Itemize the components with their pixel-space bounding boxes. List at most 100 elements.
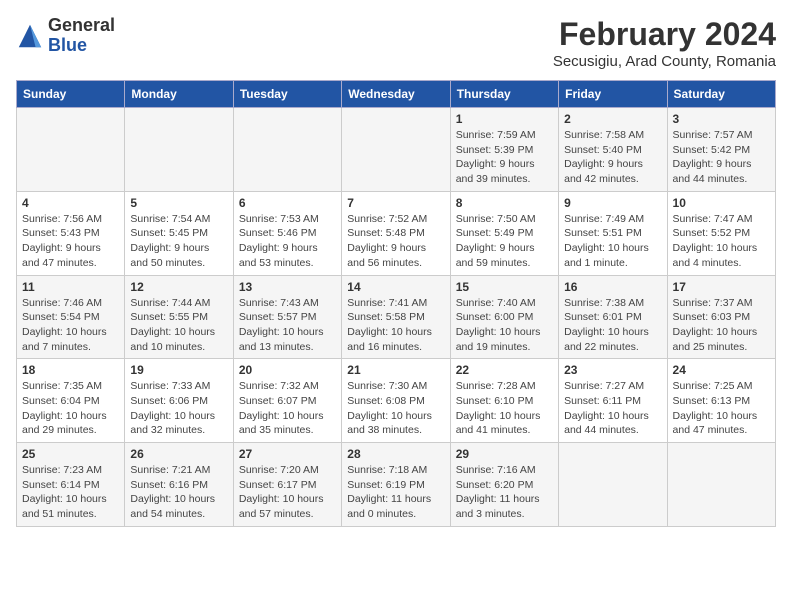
calendar-cell: 16 Sunrise: 7:38 AM Sunset: 6:01 PM Dayli… — [559, 275, 667, 359]
day-info: Sunrise: 7:38 AM Sunset: 6:01 PM Dayligh… — [564, 296, 661, 355]
day-number: 24 — [673, 363, 770, 377]
day-info: Sunrise: 7:35 AM Sunset: 6:04 PM Dayligh… — [22, 379, 119, 438]
calendar-cell — [17, 108, 125, 192]
calendar-cell: 1 Sunrise: 7:59 AM Sunset: 5:39 PM Daylig… — [450, 108, 558, 192]
logo-icon — [16, 22, 44, 50]
day-info: Sunrise: 7:50 AM Sunset: 5:49 PM Dayligh… — [456, 212, 553, 271]
day-number: 29 — [456, 447, 553, 461]
calendar-cell: 19 Sunrise: 7:33 AM Sunset: 6:06 PM Dayli… — [125, 359, 233, 443]
day-number: 9 — [564, 196, 661, 210]
day-number: 1 — [456, 112, 553, 126]
day-info: Sunrise: 7:46 AM Sunset: 5:54 PM Dayligh… — [22, 296, 119, 355]
day-info: Sunrise: 7:56 AM Sunset: 5:43 PM Dayligh… — [22, 212, 119, 271]
day-info: Sunrise: 7:33 AM Sunset: 6:06 PM Dayligh… — [130, 379, 227, 438]
day-number: 17 — [673, 280, 770, 294]
day-number: 14 — [347, 280, 444, 294]
day-of-week-header: Friday — [559, 81, 667, 108]
day-of-week-header: Monday — [125, 81, 233, 108]
day-info: Sunrise: 7:43 AM Sunset: 5:57 PM Dayligh… — [239, 296, 336, 355]
day-info: Sunrise: 7:49 AM Sunset: 5:51 PM Dayligh… — [564, 212, 661, 271]
day-number: 12 — [130, 280, 227, 294]
calendar-cell: 7 Sunrise: 7:52 AM Sunset: 5:48 PM Daylig… — [342, 191, 450, 275]
calendar-cell: 26 Sunrise: 7:21 AM Sunset: 6:16 PM Dayli… — [125, 443, 233, 527]
day-number: 18 — [22, 363, 119, 377]
day-info: Sunrise: 7:40 AM Sunset: 6:00 PM Dayligh… — [456, 296, 553, 355]
day-info: Sunrise: 7:41 AM Sunset: 5:58 PM Dayligh… — [347, 296, 444, 355]
day-number: 13 — [239, 280, 336, 294]
calendar-cell — [125, 108, 233, 192]
calendar-cell: 23 Sunrise: 7:27 AM Sunset: 6:11 PM Dayli… — [559, 359, 667, 443]
day-number: 23 — [564, 363, 661, 377]
calendar-week-row: 11 Sunrise: 7:46 AM Sunset: 5:54 PM Dayli… — [17, 275, 776, 359]
day-of-week-header: Tuesday — [233, 81, 341, 108]
day-number: 28 — [347, 447, 444, 461]
day-number: 15 — [456, 280, 553, 294]
day-info: Sunrise: 7:27 AM Sunset: 6:11 PM Dayligh… — [564, 379, 661, 438]
calendar-table: SundayMondayTuesdayWednesdayThursdayFrid… — [16, 80, 776, 527]
calendar-cell: 14 Sunrise: 7:41 AM Sunset: 5:58 PM Dayli… — [342, 275, 450, 359]
day-number: 10 — [673, 196, 770, 210]
day-info: Sunrise: 7:58 AM Sunset: 5:40 PM Dayligh… — [564, 128, 661, 187]
calendar-cell: 13 Sunrise: 7:43 AM Sunset: 5:57 PM Dayli… — [233, 275, 341, 359]
day-info: Sunrise: 7:25 AM Sunset: 6:13 PM Dayligh… — [673, 379, 770, 438]
day-info: Sunrise: 7:30 AM Sunset: 6:08 PM Dayligh… — [347, 379, 444, 438]
day-number: 3 — [673, 112, 770, 126]
month-title: February 2024 — [553, 16, 776, 53]
day-info: Sunrise: 7:32 AM Sunset: 6:07 PM Dayligh… — [239, 379, 336, 438]
calendar-week-row: 4 Sunrise: 7:56 AM Sunset: 5:43 PM Daylig… — [17, 191, 776, 275]
calendar-cell — [342, 108, 450, 192]
page-header: General Blue February 2024 Secusigiu, Ar… — [16, 16, 776, 70]
day-of-week-header: Wednesday — [342, 81, 450, 108]
calendar-cell: 6 Sunrise: 7:53 AM Sunset: 5:46 PM Daylig… — [233, 191, 341, 275]
day-number: 7 — [347, 196, 444, 210]
day-info: Sunrise: 7:53 AM Sunset: 5:46 PM Dayligh… — [239, 212, 336, 271]
calendar-cell: 11 Sunrise: 7:46 AM Sunset: 5:54 PM Dayli… — [17, 275, 125, 359]
day-number: 26 — [130, 447, 227, 461]
day-number: 22 — [456, 363, 553, 377]
calendar-week-row: 1 Sunrise: 7:59 AM Sunset: 5:39 PM Daylig… — [17, 108, 776, 192]
day-number: 19 — [130, 363, 227, 377]
calendar-cell: 3Sunrise: 7:57 AM Sunset: 5:42 PM Daylig… — [667, 108, 775, 192]
calendar-cell: 12Sunrise: 7:44 AM Sunset: 5:55 PM Dayli… — [125, 275, 233, 359]
logo-blue-text: Blue — [48, 36, 115, 56]
calendar-cell: 4 Sunrise: 7:56 AM Sunset: 5:43 PM Daylig… — [17, 191, 125, 275]
day-info: Sunrise: 7:20 AM Sunset: 6:17 PM Dayligh… — [239, 463, 336, 522]
day-info: Sunrise: 7:18 AM Sunset: 6:19 PM Dayligh… — [347, 463, 444, 522]
day-number: 21 — [347, 363, 444, 377]
day-info: Sunrise: 7:47 AM Sunset: 5:52 PM Dayligh… — [673, 212, 770, 271]
calendar-cell: 27 Sunrise: 7:20 AM Sunset: 6:17 PM Dayli… — [233, 443, 341, 527]
day-number: 25 — [22, 447, 119, 461]
day-number: 20 — [239, 363, 336, 377]
day-number: 8 — [456, 196, 553, 210]
calendar-cell — [667, 443, 775, 527]
day-number: 6 — [239, 196, 336, 210]
calendar-header-row: SundayMondayTuesdayWednesdayThursdayFrid… — [17, 81, 776, 108]
day-info: Sunrise: 7:21 AM Sunset: 6:16 PM Dayligh… — [130, 463, 227, 522]
day-number: 5 — [130, 196, 227, 210]
day-info: Sunrise: 7:16 AM Sunset: 6:20 PM Dayligh… — [456, 463, 553, 522]
day-number: 16 — [564, 280, 661, 294]
calendar-body: 1 Sunrise: 7:59 AM Sunset: 5:39 PM Daylig… — [17, 108, 776, 527]
calendar-cell: 22Sunrise: 7:28 AM Sunset: 6:10 PM Dayli… — [450, 359, 558, 443]
calendar-cell: 17Sunrise: 7:37 AM Sunset: 6:03 PM Dayli… — [667, 275, 775, 359]
calendar-cell — [233, 108, 341, 192]
calendar-cell: 21 Sunrise: 7:30 AM Sunset: 6:08 PM Dayli… — [342, 359, 450, 443]
day-of-week-header: Saturday — [667, 81, 775, 108]
calendar-cell: 5Sunrise: 7:54 AM Sunset: 5:45 PM Daylig… — [125, 191, 233, 275]
calendar-cell: 2 Sunrise: 7:58 AM Sunset: 5:40 PM Daylig… — [559, 108, 667, 192]
day-info: Sunrise: 7:59 AM Sunset: 5:39 PM Dayligh… — [456, 128, 553, 187]
logo-general-text: General — [48, 16, 115, 36]
title-area: February 2024 Secusigiu, Arad County, Ro… — [553, 16, 776, 70]
calendar-cell: 18 Sunrise: 7:35 AM Sunset: 6:04 PM Dayli… — [17, 359, 125, 443]
day-number: 27 — [239, 447, 336, 461]
calendar-cell: 15 Sunrise: 7:40 AM Sunset: 6:00 PM Dayli… — [450, 275, 558, 359]
calendar-cell: 8 Sunrise: 7:50 AM Sunset: 5:49 PM Daylig… — [450, 191, 558, 275]
calendar-cell: 25Sunrise: 7:23 AM Sunset: 6:14 PM Dayli… — [17, 443, 125, 527]
calendar-week-row: 25Sunrise: 7:23 AM Sunset: 6:14 PM Dayli… — [17, 443, 776, 527]
calendar-cell: 28 Sunrise: 7:18 AM Sunset: 6:19 PM Dayli… — [342, 443, 450, 527]
day-of-week-header: Thursday — [450, 81, 558, 108]
day-number: 11 — [22, 280, 119, 294]
day-info: Sunrise: 7:52 AM Sunset: 5:48 PM Dayligh… — [347, 212, 444, 271]
day-number: 4 — [22, 196, 119, 210]
day-number: 2 — [564, 112, 661, 126]
